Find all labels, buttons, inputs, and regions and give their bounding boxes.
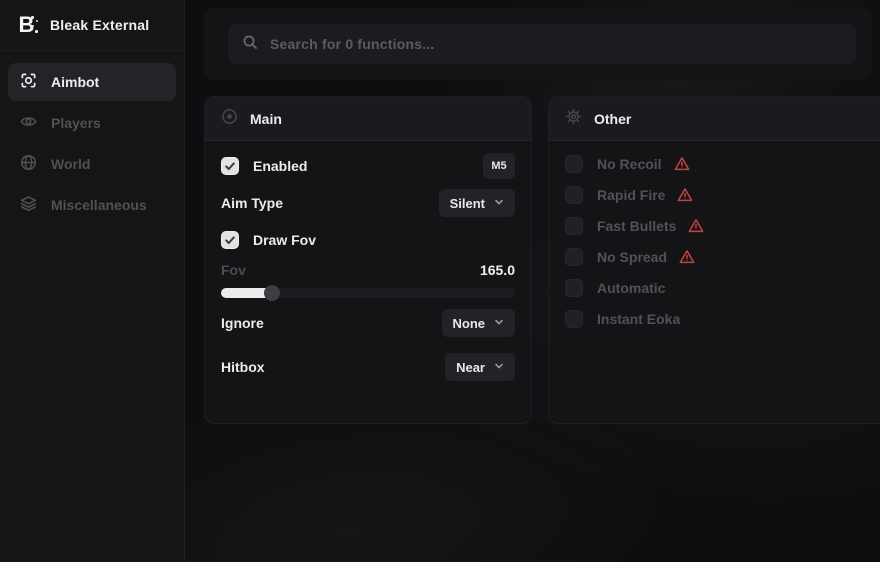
- app-logo: B: [14, 13, 38, 37]
- ignore-row: Ignore None: [221, 309, 515, 337]
- warning-icon: [687, 217, 705, 235]
- panel-main-header: Main: [205, 97, 531, 141]
- fast-bullets-checkbox[interactable]: [565, 217, 583, 235]
- other-row-rapid-fire: Rapid Fire: [565, 184, 871, 206]
- panel-main-body: Enabled M5 Aim Type Silent Draw Fov Fov …: [205, 141, 531, 381]
- automatic-label: Automatic: [597, 280, 665, 296]
- hitbox-dropdown[interactable]: Near: [445, 353, 515, 381]
- aim-type-dropdown[interactable]: Silent: [439, 189, 515, 217]
- fov-slider-fill: [221, 288, 270, 298]
- fast-bullets-label: Fast Bullets: [597, 218, 676, 234]
- enabled-row: Enabled M5: [221, 153, 515, 179]
- sidebar-item-label: Aimbot: [51, 74, 99, 90]
- enabled-label: Enabled: [253, 158, 307, 174]
- aim-type-row: Aim Type Silent: [221, 189, 515, 217]
- search-input[interactable]: Search for 0 functions...: [228, 24, 856, 64]
- sidebar-item-miscellaneous[interactable]: Miscellaneous: [8, 186, 176, 224]
- sidebar-item-world[interactable]: World: [8, 145, 176, 183]
- target-icon: [221, 108, 238, 130]
- search-card: Search for 0 functions...: [204, 8, 872, 80]
- panel-other-body: No Recoil Rapid Fire Fast Bullets: [549, 141, 880, 330]
- warning-icon: [673, 155, 691, 173]
- search-placeholder: Search for 0 functions...: [270, 36, 434, 52]
- other-row-no-recoil: No Recoil: [565, 153, 871, 175]
- other-row-fast-bullets: Fast Bullets: [565, 215, 871, 237]
- panel-main: Main Enabled M5 Aim Type Silent: [204, 96, 532, 424]
- hitbox-value: Near: [456, 360, 485, 375]
- other-row-no-spread: No Spread: [565, 246, 871, 268]
- sidebar-item-label: Miscellaneous: [51, 197, 147, 213]
- fov-slider-thumb[interactable]: [264, 285, 280, 301]
- enabled-checkbox[interactable]: [221, 157, 239, 175]
- globe-icon: [20, 154, 37, 174]
- sidebar: B Bleak External Aimbot: [0, 0, 185, 562]
- logo-particles: [29, 15, 39, 35]
- chevron-down-icon: [494, 314, 504, 332]
- no-recoil-checkbox[interactable]: [565, 155, 583, 173]
- enabled-keybind-button[interactable]: M5: [483, 153, 515, 179]
- no-spread-label: No Spread: [597, 249, 667, 265]
- draw-fov-row: Draw Fov: [221, 227, 515, 253]
- panel-title: Other: [594, 111, 631, 127]
- chevron-down-icon: [494, 194, 504, 212]
- search-icon: [242, 34, 258, 55]
- fov-value: 165.0: [480, 262, 515, 278]
- draw-fov-label: Draw Fov: [253, 232, 316, 248]
- ignore-label: Ignore: [221, 315, 264, 331]
- sidebar-item-players[interactable]: Players: [8, 104, 176, 142]
- layers-icon: [20, 195, 37, 215]
- no-recoil-label: No Recoil: [597, 156, 662, 172]
- eye-icon: [20, 113, 37, 133]
- gear-icon: [565, 108, 582, 130]
- sidebar-item-label: Players: [51, 115, 101, 131]
- ignore-dropdown[interactable]: None: [442, 309, 516, 337]
- automatic-checkbox[interactable]: [565, 279, 583, 297]
- crosshair-icon: [20, 72, 37, 92]
- hitbox-label: Hitbox: [221, 359, 265, 375]
- sidebar-item-label: World: [51, 156, 90, 172]
- rapid-fire-label: Rapid Fire: [597, 187, 665, 203]
- draw-fov-checkbox[interactable]: [221, 231, 239, 249]
- sidebar-nav: Aimbot Players World: [0, 51, 184, 236]
- instant-eoka-label: Instant Eoka: [597, 311, 680, 327]
- chevron-down-icon: [494, 358, 504, 376]
- other-row-automatic: Automatic: [565, 277, 871, 299]
- ignore-value: None: [453, 316, 486, 331]
- no-spread-checkbox[interactable]: [565, 248, 583, 266]
- panel-other-header: Other: [549, 97, 880, 141]
- sidebar-header: B Bleak External: [0, 0, 184, 51]
- fov-slider[interactable]: [221, 285, 515, 301]
- sidebar-item-aimbot[interactable]: Aimbot: [8, 63, 176, 101]
- aim-type-value: Silent: [450, 196, 485, 211]
- warning-icon: [676, 186, 694, 204]
- instant-eoka-checkbox[interactable]: [565, 310, 583, 328]
- app-title: Bleak External: [50, 17, 149, 33]
- warning-icon: [678, 248, 696, 266]
- aim-type-label: Aim Type: [221, 195, 283, 211]
- fov-label: Fov: [221, 262, 246, 278]
- other-row-instant-eoka: Instant Eoka: [565, 308, 871, 330]
- rapid-fire-checkbox[interactable]: [565, 186, 583, 204]
- fov-value-row: Fov 165.0: [221, 261, 515, 279]
- hitbox-row: Hitbox Near: [221, 353, 515, 381]
- panel-title: Main: [250, 111, 282, 127]
- panel-other: Other No Recoil Rapid Fire Fast Bullets: [548, 96, 880, 424]
